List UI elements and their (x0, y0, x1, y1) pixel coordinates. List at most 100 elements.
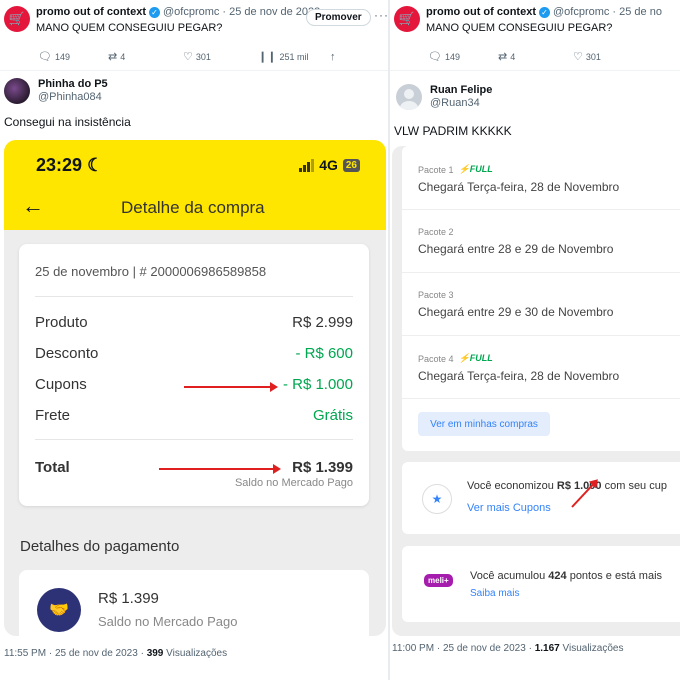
savings-text: Você economizou R$ 1.000 com seu cup (467, 480, 667, 492)
avatar[interactable] (4, 78, 30, 104)
store-logo-icon[interactable]: 🛒 (4, 6, 30, 32)
divider (402, 398, 680, 399)
tweet-author-name[interactable]: promo out of context (36, 6, 146, 18)
tweet-text: MANO QUEM CONSEGUIU PEGAR? (36, 22, 223, 34)
more-coupons-link[interactable]: Ver mais Cupons (467, 502, 551, 514)
tweet-footer: 11:55 PM · 25 de nov de 2023 · 399 Visua… (4, 648, 228, 659)
original-tweet-header: 🛒 promo out of context ✓ @ofcpromc · 25 … (4, 6, 320, 34)
battery-icon: 26 (342, 158, 360, 172)
order-summary-card: 25 de novembro | # 2000006986589858 Prod… (19, 244, 369, 506)
total-value: R$ 1.399 (292, 459, 353, 476)
retweet-icon: ⇄ (498, 51, 508, 63)
package-item[interactable]: Pacote 3 Chegará entre 29 e 30 de Novemb… (418, 290, 613, 319)
packages-card: Pacote 1 ⚡FULL Chegará Terça-feira, 28 de… (402, 146, 680, 451)
reply-author-handle[interactable]: @Ruan34 (430, 97, 492, 110)
like-icon: ♡ (573, 51, 583, 63)
like-button[interactable]: ♡ 301 (573, 50, 648, 63)
savings-card: ★ Você economizou R$ 1.000 com seu cup V… (402, 462, 680, 534)
reply-author-handle[interactable]: @Phinha084 (38, 91, 108, 104)
learn-more-link[interactable]: Saiba mais (470, 588, 519, 599)
verified-icon: ✓ (149, 6, 160, 18)
view-count: 399 (146, 648, 164, 659)
row-value: R$ 2.999 (292, 314, 353, 331)
original-tweet-header: 🛒 promo out of context ✓ @ofcpromc · 25 … (394, 6, 662, 34)
package-item[interactable]: Pacote 2 Chegará entre 28 e 29 de Novemb… (418, 227, 613, 256)
reply-button[interactable]: 🗨 149 (428, 50, 498, 63)
divider (0, 70, 388, 71)
retweet-button[interactable]: ⇄ 4 (108, 50, 183, 63)
row-label: Cupons (35, 376, 87, 393)
package-item[interactable]: Pacote 1 ⚡FULL Chegará Terça-feira, 28 de… (418, 164, 619, 194)
app-header: 23:29 ☾ 4G 26 ← Detalhe da compra (4, 140, 386, 230)
tweet-text: MANO QUEM CONSEGUIU PEGAR? (426, 22, 613, 34)
verified-icon: ✓ (539, 6, 550, 18)
row-label: Desconto (35, 345, 99, 362)
right-tweet-column: 🛒 promo out of context ✓ @ofcpromc · 25 … (390, 0, 680, 680)
divider (402, 209, 680, 210)
divider (35, 296, 353, 297)
status-time: 23:29 ☾ (36, 155, 104, 175)
network-label: 4G (319, 157, 338, 173)
shipping-screenshot: Pacote 1 ⚡FULL Chegará Terça-feira, 28 de… (392, 146, 680, 636)
payment-title: Detalhes do pagamento (20, 538, 180, 555)
tweet-author-handle[interactable]: @ofcpromc (163, 6, 219, 18)
points-text: Você acumulou 424 pontos e está mais (470, 570, 663, 582)
reply-text: VLW PADRIM KKKKK (394, 124, 512, 138)
tweet-date[interactable]: · 25 de no (612, 6, 662, 18)
tweet-actions: 🗨 149 ⇄ 4 ♡ 301 ❙❙ 251 mil ↑ (38, 50, 336, 64)
package-date: Chegará Terça-feira, 28 de Novembro (418, 180, 620, 194)
row-label: Produto (35, 314, 88, 331)
share-icon: ↑ (330, 50, 336, 63)
back-arrow-icon[interactable]: ← (22, 193, 44, 219)
payment-card[interactable]: 🤝 R$ 1.399 Saldo no Mercado Pago (19, 570, 369, 636)
package-date: Chegará entre 28 e 29 de Novembro (418, 242, 614, 256)
purchase-screenshot: 23:29 ☾ 4G 26 ← Detalhe da compra 25 de … (4, 140, 386, 636)
retweet-icon: ⇄ (108, 51, 118, 63)
order-header: 25 de novembro | # 2000006986589858 (35, 264, 267, 279)
signal-icon (299, 158, 315, 172)
bolt-icon: ⚡FULL (458, 353, 493, 363)
package-date: Chegará entre 29 e 30 de Novembro (418, 305, 614, 319)
red-arrow-annotation (184, 382, 278, 392)
reply-button[interactable]: 🗨 149 (38, 50, 108, 63)
handshake-icon: 🤝 (37, 588, 81, 632)
tweet-author-name[interactable]: promo out of context (426, 6, 536, 18)
payment-amount: R$ 1.399 (98, 590, 159, 607)
reply-icon: 🗨 (428, 51, 442, 63)
tweet-author-handle[interactable]: @ofcpromc (553, 6, 609, 18)
promote-button[interactable]: Promover (306, 9, 371, 26)
tweet-footer: 11:00 PM · 25 de nov de 2023 · 1.167 Vis… (392, 643, 624, 654)
tweet-actions: 🗨 149 ⇄ 4 ♡ 301 (428, 50, 648, 63)
view-count: 1.167 (534, 643, 560, 654)
left-tweet-column: 🛒 promo out of context ✓ @ofcpromc · 25 … (0, 0, 390, 680)
reply-header: Phinha do P5 @Phinha084 (4, 78, 108, 104)
row-value: - R$ 1.000 (282, 376, 353, 393)
total-label: Total (35, 459, 70, 476)
views-icon: ❙❙ (258, 51, 277, 63)
row-value: - R$ 600 (295, 345, 353, 362)
coupon-icon: ★ (422, 484, 452, 514)
views-button[interactable]: ❙❙ 251 mil (258, 50, 330, 63)
retweet-button[interactable]: ⇄ 4 (498, 50, 573, 63)
store-logo-icon[interactable]: 🛒 (394, 6, 420, 32)
bolt-icon: ⚡FULL (458, 164, 493, 174)
package-item[interactable]: Pacote 4 ⚡FULL Chegará Terça-feira, 28 de… (418, 353, 619, 383)
divider (390, 70, 680, 71)
row-value: Grátis (312, 407, 353, 424)
row-label: Frete (35, 407, 71, 424)
reply-author-name[interactable]: Phinha do P5 (38, 78, 108, 91)
reply-author-name[interactable]: Ruan Felipe (430, 84, 492, 97)
red-arrow-annotation (159, 464, 281, 474)
divider (402, 272, 680, 273)
more-options-icon[interactable]: ··· (374, 8, 389, 22)
reply-text: Consegui na insistência (4, 115, 131, 129)
like-icon: ♡ (183, 51, 193, 63)
divider (35, 439, 353, 440)
meli-plus-logo: meli+ (424, 574, 453, 587)
like-button[interactable]: ♡ 301 (183, 50, 258, 63)
share-button[interactable]: ↑ (330, 50, 336, 63)
divider (402, 335, 680, 336)
view-purchases-button[interactable]: Ver em minhas compras (418, 412, 550, 436)
package-date: Chegará Terça-feira, 28 de Novembro (418, 369, 620, 383)
avatar[interactable] (396, 84, 422, 110)
